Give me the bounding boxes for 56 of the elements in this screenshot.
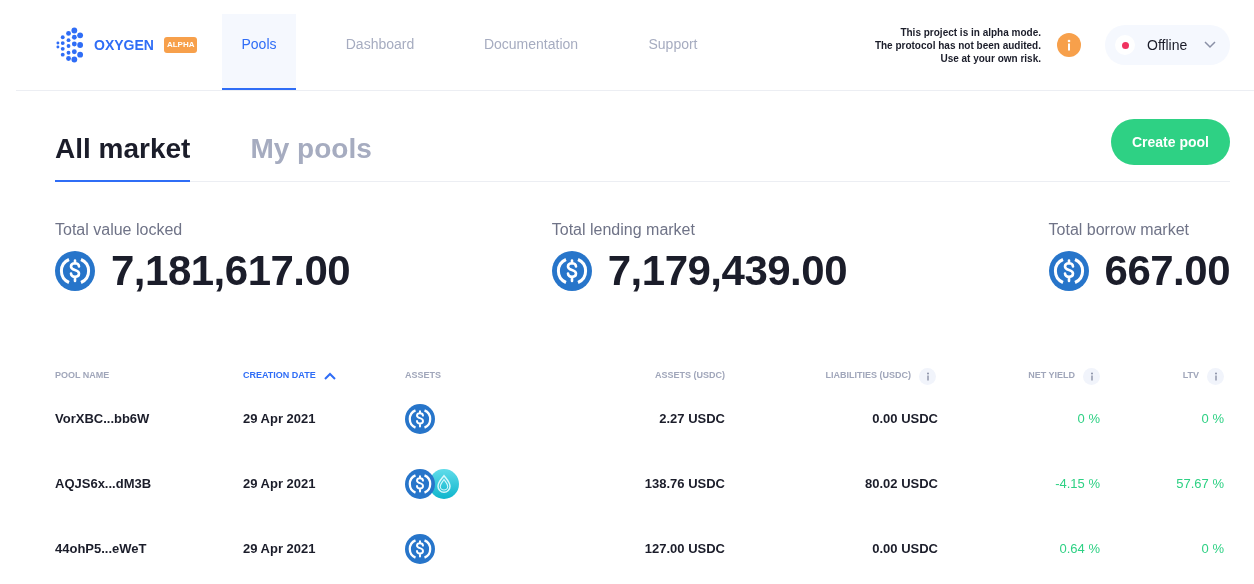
ltv-value: 57.67 %: [1175, 474, 1224, 493]
net-yield: -4.15 %: [1054, 474, 1100, 493]
dotted-sphere-logo-icon: [55, 25, 84, 65]
column-header[interactable]: ASSETS: [405, 369, 441, 383]
stat-label: Total lending market: [551, 220, 696, 240]
nav-tab[interactable]: Documentation: [464, 14, 598, 90]
pool-name[interactable]: 44ohP5...eWeT: [55, 516, 243, 581]
dollar-coin-icon: [55, 251, 95, 291]
stat-label: Total value locked: [55, 220, 184, 240]
ltv-value: 0 %: [1200, 409, 1224, 428]
net-yield: 0.64 %: [1058, 539, 1100, 558]
dollar-coin-icon: [405, 533, 435, 564]
alpha-notice-line: This project is in alpha mode.: [899, 25, 1041, 39]
liabilities-amount: 80.02 USDC: [864, 474, 938, 493]
alpha-badge: ALPHA: [163, 37, 198, 53]
creation-date: 29 Apr 2021: [243, 539, 317, 558]
column-header[interactable]: POOL NAME: [55, 369, 110, 383]
pool-name[interactable]: VorXBC...bb6W: [55, 386, 243, 451]
market-tab[interactable]: My pools: [250, 128, 372, 182]
dollar-coin-icon: [405, 468, 435, 499]
column-header[interactable]: LIABILITIES (USDC): [825, 369, 911, 383]
liabilities-amount: 0.00 USDC: [871, 539, 938, 558]
nav-tab[interactable]: Pools: [222, 14, 296, 90]
pool-name[interactable]: AQJS6x...dM3B: [55, 451, 243, 516]
assets-amount: 138.76 USDC: [643, 474, 725, 493]
creation-date: 29 Apr 2021: [243, 474, 317, 493]
market-tab[interactable]: All market: [55, 128, 191, 182]
column-header[interactable]: CREATION DATE: [243, 369, 316, 383]
ltv-value: 0 %: [1200, 539, 1224, 558]
liabilities-amount: 0.00 USDC: [871, 409, 938, 428]
net-yield: 0 %: [1076, 409, 1100, 428]
assets-amount: 2.27 USDC: [658, 409, 725, 428]
stat-label: Total borrow market: [1048, 220, 1191, 240]
alpha-notice-line: Use at your own risk.: [939, 51, 1041, 65]
sort-up-icon: [323, 371, 336, 381]
brand-name: OXYGEN: [94, 35, 154, 55]
create-pool-button[interactable]: Create pool: [1111, 119, 1230, 165]
alpha-notice-line: The protocol has not been audited.: [874, 38, 1041, 52]
chevron-down-icon: [1204, 41, 1216, 49]
stat-value: 667.00: [1104, 250, 1230, 292]
nav-tab[interactable]: Dashboard: [296, 14, 464, 90]
water-drop-coin-icon: [429, 468, 459, 499]
column-header[interactable]: NET YIELD: [1028, 369, 1075, 383]
connection-label: Offline: [1147, 35, 1188, 55]
stat-value: 7,181,617.00: [111, 250, 351, 292]
column-header[interactable]: ASSETS (USDC): [655, 369, 725, 383]
nav-tab[interactable]: Support: [598, 14, 748, 90]
info-icon: [1057, 33, 1081, 57]
assets-amount: 127.00 USDC: [643, 539, 725, 558]
dollar-coin-icon: [405, 403, 435, 434]
creation-date: 29 Apr 2021: [243, 409, 317, 428]
stat-value: 7,179,439.00: [607, 250, 847, 292]
column-header[interactable]: LTV: [1182, 369, 1199, 383]
dollar-coin-icon: [551, 251, 592, 291]
connection-button[interactable]: Offline: [1105, 25, 1230, 65]
dollar-coin-icon: [1048, 251, 1089, 291]
